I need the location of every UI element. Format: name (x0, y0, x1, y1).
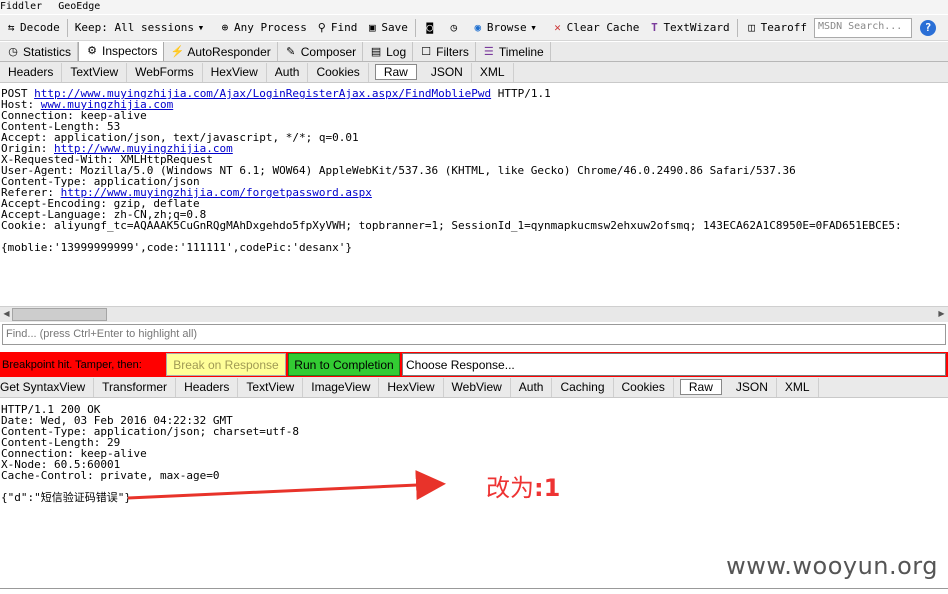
toolbar-divider (736, 18, 738, 37)
tab-log[interactable]: ▤ Log (363, 42, 414, 61)
run-to-completion-button[interactable]: Run to Completion (288, 353, 400, 376)
req-tab-auth[interactable]: Auth (267, 62, 309, 82)
fiddler-menu[interactable]: Fiddler (0, 0, 42, 14)
pencil-icon: ✎ (286, 45, 296, 58)
resp-tab-hexview[interactable]: HexView (379, 377, 444, 397)
req-tab-hexview[interactable]: HexView (203, 62, 267, 82)
timeline-icon: ☰ (483, 45, 494, 58)
text-wizard-icon: T (651, 20, 658, 34)
tearoff-icon: ◫ (748, 20, 755, 34)
resp-tab-imageview[interactable]: ImageView (303, 377, 380, 397)
textwizard-button[interactable]: T TextWizard (643, 17, 733, 39)
annotation-arrow-icon (127, 470, 446, 501)
checkbox-icon: ☐ (421, 45, 432, 58)
req-tab-webforms[interactable]: WebForms (127, 62, 203, 82)
breakpoint-message: Breakpoint hit. Tamper, then: (2, 358, 142, 371)
tab-autoresponder[interactable]: ⚡ AutoResponder (164, 42, 278, 61)
response-tabs: Get SyntaxView Transformer Headers TextV… (0, 377, 948, 398)
toolbar-divider (66, 18, 68, 37)
break-on-response-button[interactable]: Break on Response (166, 353, 286, 376)
resp-tab-xml[interactable]: XML (777, 377, 819, 397)
floppy-disk-icon: ▣ (369, 20, 376, 34)
binoculars-icon: ⚲ (317, 20, 326, 34)
find-button[interactable]: ⚲ Find (311, 17, 362, 39)
request-line: Connection: keep-alive (1, 109, 147, 122)
any-process-button[interactable]: ⊕ Any Process (214, 17, 311, 39)
bottom-find-bar[interactable] (0, 588, 948, 594)
resp-tab-raw[interactable]: Raw (679, 379, 722, 395)
annotation-text: 改为:1 (486, 474, 561, 502)
clear-x-icon: ✕ (554, 20, 561, 34)
breakpoint-bar: Breakpoint hit. Tamper, then: Break on R… (0, 352, 948, 377)
resp-tab-syntaxview[interactable]: Get SyntaxView (0, 377, 95, 397)
save-button[interactable]: ▣ Save (361, 17, 412, 39)
stopwatch-icon: ◷ (450, 20, 458, 34)
watermark: www.wooyun.org (726, 552, 938, 580)
main-tabs: ◷ Statistics ⚙ Inspectors ⚡ AutoResponder ✎… (0, 42, 948, 62)
choose-response-select[interactable]: Choose Response... (402, 353, 946, 376)
response-line: Content-Type: application/json; charset=… (1, 425, 300, 438)
resp-tab-webview[interactable]: WebView (444, 377, 511, 397)
tab-composer[interactable]: ✎ Composer (278, 42, 364, 61)
menubar: Fiddler GeoEdge (0, 0, 948, 14)
request-horizontal-scrollbar[interactable]: ◀ ▶ (0, 306, 948, 322)
tearoff-button[interactable]: ◫ Tearoff (741, 17, 811, 39)
scroll-left-icon[interactable]: ◀ (1, 309, 12, 320)
msdn-search-input[interactable]: MSDN Search... (814, 17, 913, 38)
tab-inspectors[interactable]: ⚙ Inspectors (78, 42, 165, 61)
req-tab-textview[interactable]: TextView (62, 62, 128, 82)
toolbar: ⇆ Decode Keep: All sessions ▾ ⊕ Any Process… (0, 15, 948, 41)
resp-tab-auth[interactable]: Auth (511, 377, 553, 397)
lightning-icon: ⚡ (170, 45, 185, 58)
clear-cache-button[interactable]: ✕ Clear Cache (547, 17, 644, 39)
resp-tab-caching[interactable]: Caching (552, 377, 614, 397)
tab-filters[interactable]: ☐ Filters (413, 42, 476, 61)
geoedge-menu[interactable]: GeoEdge (58, 0, 100, 14)
tab-statistics[interactable]: ◷ Statistics (0, 42, 79, 61)
req-tab-cookies[interactable]: Cookies (308, 62, 369, 82)
resp-tab-transformer[interactable]: Transformer (94, 377, 177, 397)
inspector-icon: ⚙ (87, 45, 97, 57)
camera-button[interactable]: ◙ (419, 17, 443, 39)
keep-sessions-dropdown[interactable]: Keep: All sessions ▾ (71, 17, 214, 39)
help-icon[interactable]: ? (920, 19, 937, 36)
browse-button[interactable]: ◉ Browse ▾ (467, 17, 547, 39)
req-tab-xml[interactable]: XML (472, 62, 514, 82)
req-tab-json[interactable]: JSON (423, 62, 472, 82)
timer-button[interactable]: ◷ (443, 17, 467, 39)
globe-icon: ◉ (474, 20, 482, 34)
decode-icon: ⇆ (7, 20, 15, 34)
find-input[interactable]: Find... (press Ctrl+Enter to highlight a… (2, 324, 946, 345)
resp-tab-cookies[interactable]: Cookies (614, 377, 674, 397)
request-line: Cookie: aliyungf_tc=AQAAAK5CuGnRQgMAhDxg… (1, 219, 902, 232)
scroll-right-icon[interactable]: ▶ (936, 309, 947, 320)
dropdown-arrow-icon: ▾ (530, 20, 537, 34)
crosshair-icon: ⊕ (221, 20, 229, 34)
req-tab-raw[interactable]: Raw (374, 64, 417, 80)
resp-tab-json[interactable]: JSON (728, 377, 777, 397)
scrollbar-thumb[interactable] (12, 308, 107, 321)
request-tabs: Headers TextView WebForms HexView Auth C… (0, 62, 948, 83)
request-raw-text[interactable]: POST http://www.muyingzhijia.com/Ajax/Lo… (0, 88, 948, 304)
stopwatch-icon: ◷ (8, 45, 18, 58)
response-line: Connection: keep-alive (1, 447, 147, 460)
request-line: {moblie:'13999999999',code:'111111',code… (1, 241, 352, 254)
toolbar-divider (414, 18, 416, 37)
req-tab-headers[interactable]: Headers (0, 62, 63, 82)
camera-icon: ◙ (426, 20, 434, 34)
tab-timeline[interactable]: ☰ Timeline (476, 42, 551, 61)
resp-tab-headers[interactable]: Headers (176, 377, 239, 397)
dropdown-arrow-icon: ▾ (197, 20, 205, 34)
decode-button[interactable]: ⇆ Decode (0, 17, 64, 39)
log-icon: ▤ (370, 45, 382, 58)
resp-tab-textview[interactable]: TextView (238, 377, 304, 397)
